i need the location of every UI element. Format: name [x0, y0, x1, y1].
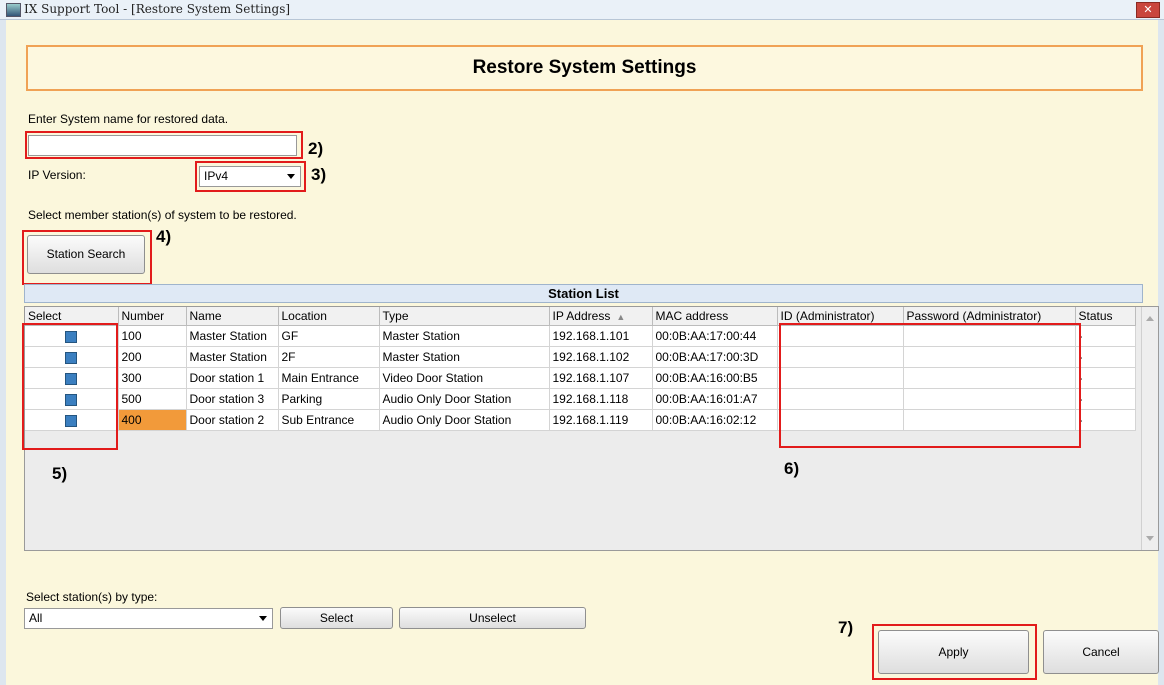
close-button[interactable]: ✕ [1136, 2, 1160, 18]
status-cell: - [1075, 325, 1136, 347]
ip-cell: 192.168.1.118 [549, 388, 653, 410]
number-cell: 500 [118, 388, 187, 410]
callout-5: 5) [52, 464, 68, 483]
ip-cell: 192.168.1.101 [549, 325, 653, 347]
window-titlebar: IX Support Tool - [Restore System Settin… [0, 0, 1164, 20]
col-header-ip-address[interactable]: IP Address ▲ [549, 307, 653, 326]
station-type-select[interactable]: All [24, 608, 273, 629]
location-cell: 2F [278, 346, 380, 368]
number-cell: 300 [118, 367, 187, 389]
name-cell: Master Station [186, 325, 279, 347]
status-cell: - [1075, 409, 1136, 431]
annotation-box-station-search [22, 230, 152, 285]
callout-7: 7) [838, 618, 854, 637]
callout-3: 3) [311, 165, 327, 184]
name-cell: Door station 2 [186, 409, 279, 431]
number-cell: 200 [118, 346, 187, 368]
name-cell: Door station 3 [186, 388, 279, 410]
station-list-title: Station List [24, 284, 1143, 303]
type-cell: Master Station [379, 346, 550, 368]
mac-cell: 00:0B:AA:16:01:A7 [652, 388, 778, 410]
select-by-type-label: Select station(s) by type: [26, 590, 158, 604]
system-name-label: Enter System name for restored data. [28, 112, 229, 126]
type-cell: Video Door Station [379, 367, 550, 389]
location-cell: Sub Entrance [278, 409, 380, 431]
page-title: Restore System Settings [26, 45, 1143, 91]
ip-cell: 192.168.1.102 [549, 346, 653, 368]
sort-ascending-icon: ▲ [616, 312, 626, 322]
status-cell: - [1075, 346, 1136, 368]
ip-cell: 192.168.1.119 [549, 409, 653, 431]
ip-cell: 192.168.1.107 [549, 367, 653, 389]
location-cell: Main Entrance [278, 367, 380, 389]
number-cell: 400 [118, 409, 187, 431]
type-cell: Audio Only Door Station [379, 409, 550, 431]
col-header-type[interactable]: Type [379, 307, 550, 326]
annotation-box-select-column [22, 323, 118, 450]
select-member-label: Select member station(s) of system to be… [28, 208, 297, 222]
annotation-box-apply [872, 624, 1037, 680]
mac-cell: 00:0B:AA:16:02:12 [652, 409, 778, 431]
type-cell: Master Station [379, 325, 550, 347]
vertical-scrollbar[interactable] [1141, 307, 1158, 550]
col-header-status[interactable]: Status [1075, 307, 1136, 326]
col-header-number[interactable]: Number [118, 307, 187, 326]
annotation-box-ip-version [195, 161, 306, 192]
name-cell: Door station 1 [186, 367, 279, 389]
window-border-left [0, 20, 6, 685]
status-cell: - [1075, 388, 1136, 410]
annotation-box-system-name [25, 131, 303, 159]
cancel-button[interactable]: Cancel [1043, 630, 1159, 674]
col-header-name[interactable]: Name [186, 307, 279, 326]
ip-version-label: IP Version: [28, 168, 86, 182]
location-cell: GF [278, 325, 380, 347]
col-header-mac-address[interactable]: MAC address [652, 307, 778, 326]
callout-6: 6) [784, 459, 800, 478]
mac-cell: 00:0B:AA:17:00:44 [652, 325, 778, 347]
window-title: IX Support Tool - [Restore System Settin… [24, 2, 291, 16]
location-cell: Parking [278, 388, 380, 410]
station-type-value: All [29, 611, 43, 625]
scroll-up-icon[interactable] [1146, 316, 1154, 321]
select-button[interactable]: Select [280, 607, 393, 629]
status-cell: - [1075, 367, 1136, 389]
unselect-button[interactable]: Unselect [399, 607, 586, 629]
col-header-ip-address-label: IP Address [552, 309, 611, 323]
chevron-down-icon [259, 616, 267, 621]
callout-2: 2) [308, 139, 324, 158]
app-icon [6, 3, 21, 17]
mac-cell: 00:0B:AA:17:00:3D [652, 346, 778, 368]
scroll-down-icon[interactable] [1146, 536, 1154, 541]
callout-4: 4) [156, 227, 172, 246]
number-cell: 100 [118, 325, 187, 347]
col-header-location[interactable]: Location [278, 307, 380, 326]
annotation-box-credentials [779, 323, 1081, 448]
type-cell: Audio Only Door Station [379, 388, 550, 410]
mac-cell: 00:0B:AA:16:00:B5 [652, 367, 778, 389]
name-cell: Master Station [186, 346, 279, 368]
